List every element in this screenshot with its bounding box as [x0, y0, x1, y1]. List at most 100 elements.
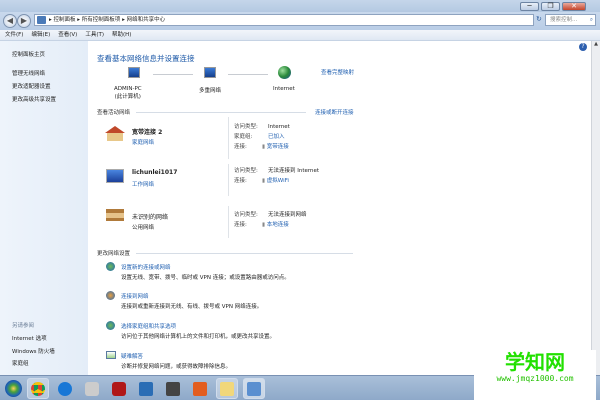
- network-type-link[interactable]: 家庭网络: [132, 138, 154, 146]
- detail-value: 无法连接到 Internet: [268, 168, 320, 174]
- menu-view[interactable]: 查看(V): [58, 30, 77, 40]
- internet-options-link[interactable]: Internet 选项: [12, 334, 47, 342]
- breadcrumb-sep: ▸: [77, 17, 81, 23]
- multiple-networks-icon: [204, 67, 216, 78]
- control-panel-home-link[interactable]: 控制面板主页: [12, 50, 45, 58]
- network-details: 访问类型: 无法连接到 Internet 连接: ▮ 虚拟WiFi: [234, 166, 319, 186]
- multiple-networks-label: 多重网络: [199, 88, 222, 94]
- menu-bar: 文件(F) 编辑(E) 查看(V) 工具(T) 帮助(H): [0, 30, 600, 41]
- search-placeholder: 搜索控制...: [550, 17, 578, 23]
- public-network-bench-icon: [106, 209, 124, 221]
- scroll-up-arrow[interactable]: ▲: [592, 41, 600, 47]
- minimize-button[interactable]: ─: [520, 2, 539, 11]
- advanced-sharing-link[interactable]: 更改高级共享设置: [12, 95, 56, 103]
- detail-value: 无法连接到网络: [268, 212, 307, 218]
- breadcrumb-sep: ▸: [49, 17, 52, 23]
- breadcrumb-network-center[interactable]: 网络和共享中心: [127, 17, 166, 23]
- see-also-title: 另请参阅: [12, 323, 35, 329]
- watermark: 学知网 www.jmqz1000.com: [474, 350, 596, 400]
- map-connector: [228, 74, 268, 75]
- left-pane: 控制面板主页 管理无线网络 更改适配器设置 更改高级共享设置 另请参阅 Inte…: [0, 41, 88, 375]
- breadcrumb-control-panel[interactable]: 控制面板: [54, 17, 76, 23]
- network-icon: [37, 16, 46, 24]
- computer-icon: [128, 67, 140, 78]
- network-details: 访问类型: 无法连接到网络 连接: ▮ 本地连接: [234, 210, 307, 230]
- work-network-icon: [106, 169, 124, 183]
- setup-connection-link[interactable]: 设置新的连接或网络: [121, 263, 171, 271]
- network-details: 访问类型: Internet 家庭组: 已加入 连接: ▮ 宽带连接: [234, 122, 290, 152]
- network-name: lichunlei1017: [132, 169, 178, 176]
- restore-button[interactable]: ❐: [541, 2, 560, 11]
- refresh-icon[interactable]: ↻: [536, 15, 542, 23]
- taskbar-chrome[interactable]: [27, 378, 49, 399]
- taskbar-sogou[interactable]: [54, 378, 76, 399]
- address-bar[interactable]: ▸ 控制面板 ▸ 所有控制面板项 ▸ 网络和共享中心: [34, 14, 534, 26]
- task-description: 连接到或重新连接到无线、有线、拨号或 VPN 网络连接。: [121, 304, 263, 310]
- virtual-wifi-link[interactable]: 虚拟WiFi: [267, 178, 289, 184]
- internet-label: Internet: [273, 86, 295, 92]
- taskbar-control-panel[interactable]: [243, 378, 265, 399]
- detail-label: 访问类型:: [234, 212, 258, 218]
- search-input[interactable]: 搜索控制... ⌕: [545, 14, 596, 26]
- troubleshoot-link[interactable]: 疑难解答: [121, 352, 143, 360]
- title-bar: [0, 0, 600, 12]
- divider: [228, 206, 229, 238]
- full-map-link[interactable]: 查看完整映射: [321, 68, 354, 76]
- detail-label: 访问类型:: [234, 124, 258, 130]
- firewall-link[interactable]: Windows 防火墙: [12, 347, 55, 355]
- help-icon[interactable]: ?: [579, 43, 587, 51]
- internet-globe-icon: [278, 66, 291, 79]
- start-button[interactable]: [2, 378, 24, 399]
- taskbar-media[interactable]: [108, 378, 130, 399]
- menu-file[interactable]: 文件(F): [5, 30, 23, 40]
- taskbar-office-2[interactable]: [189, 378, 211, 399]
- manage-wireless-link[interactable]: 管理无线网络: [12, 69, 45, 77]
- detail-label: 访问类型:: [234, 168, 258, 174]
- detail-label: 连接:: [234, 144, 247, 150]
- adapter-settings-link[interactable]: 更改适配器设置: [12, 82, 51, 90]
- active-networks-title: 查看活动网络: [97, 110, 131, 116]
- homegroup-joined-link[interactable]: 已加入: [268, 134, 285, 140]
- connect-network-icon: [106, 291, 115, 300]
- detail-value: Internet: [268, 124, 290, 130]
- watermark-url: www.jmqz1000.com: [496, 374, 574, 383]
- network-type-link[interactable]: 工作网络: [132, 180, 154, 188]
- connect-to-network-link[interactable]: 连接到网络: [121, 292, 149, 300]
- main-content: 查看基本网络信息并设置连接 查看完整映射 ADMIN-PC (此计算机) 多重网络…: [88, 41, 591, 375]
- task-description: 设置无线、宽带、拨号、临时或 VPN 连接；或设置路由器或访问点。: [121, 275, 290, 281]
- local-connection-link[interactable]: 本地连接: [267, 222, 289, 228]
- breadcrumb-sep: ▸: [122, 17, 125, 23]
- new-connection-icon: [106, 262, 115, 271]
- detail-label: 连接:: [234, 178, 247, 184]
- change-settings-title: 更改网络设置: [97, 251, 131, 257]
- close-button[interactable]: ✕: [562, 2, 586, 11]
- detail-label: 连接:: [234, 222, 247, 228]
- divider: [228, 164, 229, 196]
- connect-disconnect-link[interactable]: 连接或断开连接: [315, 108, 354, 116]
- taskbar-explorer[interactable]: [216, 378, 238, 399]
- taskbar-app[interactable]: [81, 378, 103, 399]
- forward-button[interactable]: ▶: [17, 14, 31, 28]
- network-type-label: 公用网络: [132, 225, 155, 231]
- breadcrumb-all-items[interactable]: 所有控制面板项: [82, 17, 121, 23]
- this-computer-label: ADMIN-PC (此计算机): [114, 86, 142, 100]
- home-network-icon: [105, 126, 125, 141]
- task-description: 诊断并修复网络问题，或获得故障排除信息。: [121, 364, 232, 370]
- search-icon: ⌕: [589, 17, 593, 23]
- homegroup-sharing-link[interactable]: 选择家庭组和共享选项: [121, 322, 176, 330]
- menu-help[interactable]: 帮助(H): [112, 30, 131, 40]
- menu-edit[interactable]: 编辑(E): [31, 30, 50, 40]
- divider: [136, 112, 306, 113]
- back-button[interactable]: ◀: [3, 14, 17, 28]
- broadband-connection-link[interactable]: 宽带连接: [267, 144, 289, 150]
- taskbar-office[interactable]: [162, 378, 184, 399]
- taskbar-store[interactable]: [135, 378, 157, 399]
- page-title: 查看基本网络信息并设置连接: [97, 54, 195, 63]
- homegroup-link[interactable]: 家庭组: [12, 359, 29, 367]
- troubleshoot-icon: [106, 351, 116, 359]
- menu-tools[interactable]: 工具(T): [85, 30, 104, 40]
- watermark-brand: 学知网: [505, 350, 565, 374]
- vertical-scrollbar[interactable]: ▲: [591, 41, 600, 375]
- divider: [136, 253, 353, 254]
- network-name: 未识别的网络: [132, 214, 169, 221]
